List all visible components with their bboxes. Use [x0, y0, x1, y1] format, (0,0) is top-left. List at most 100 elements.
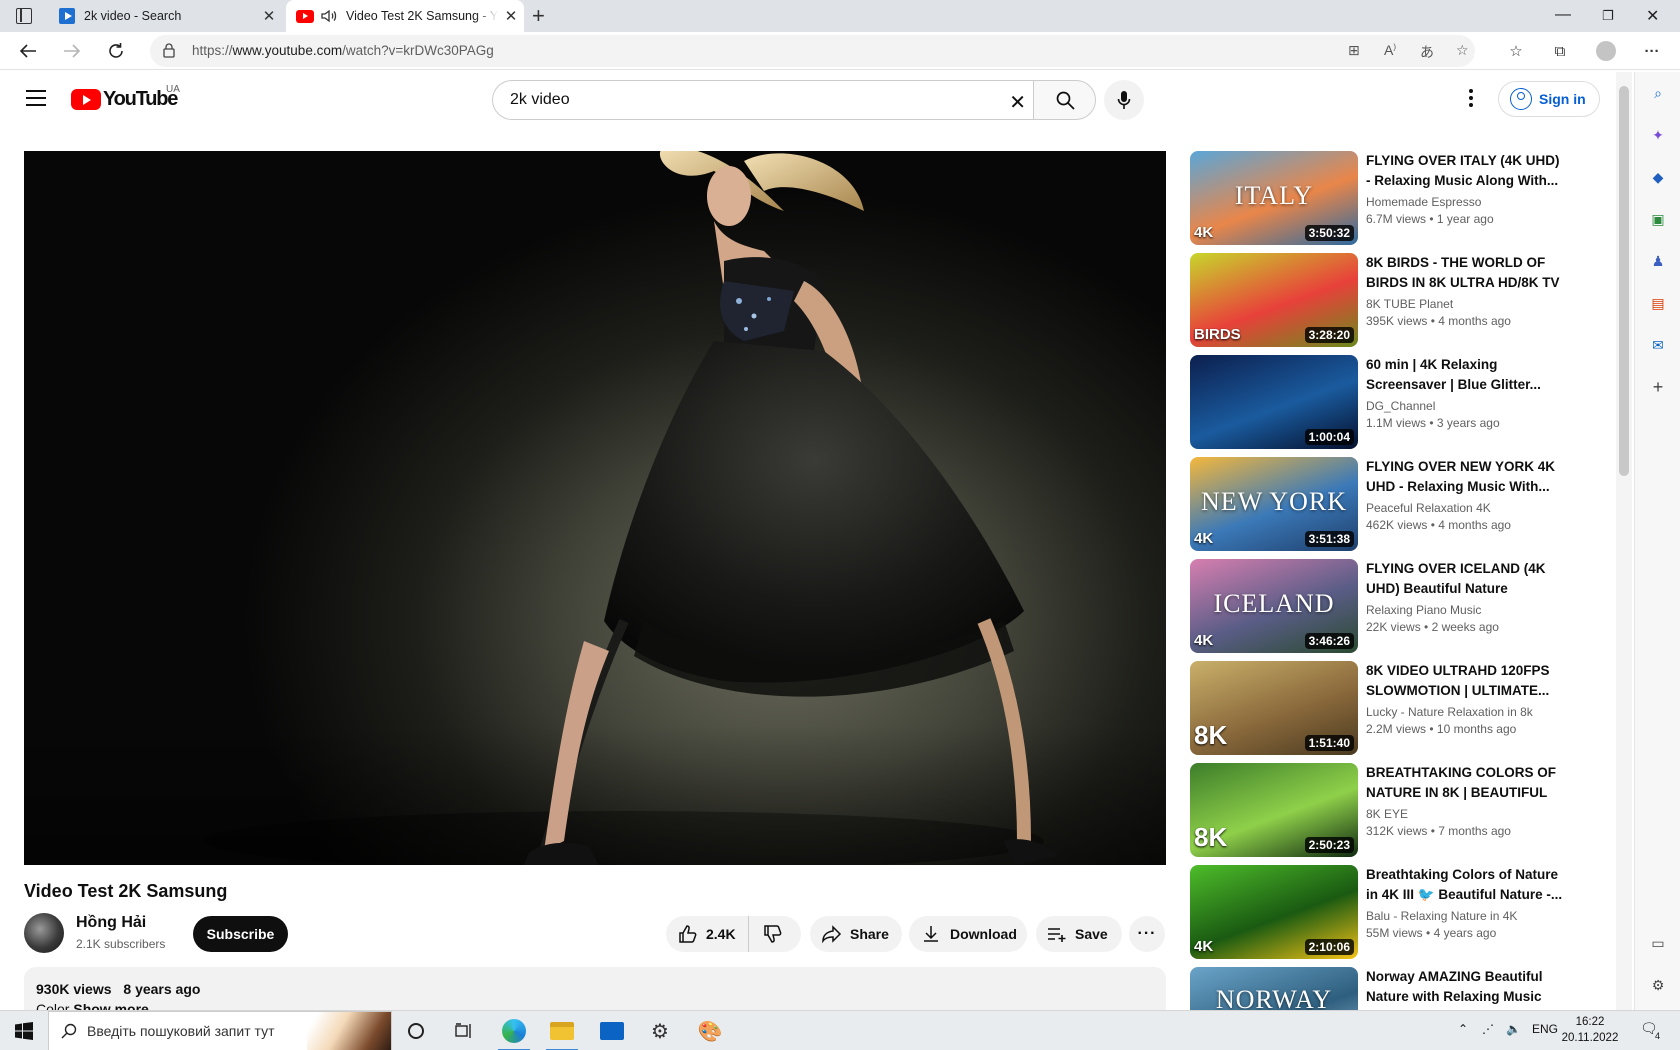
task-view-icon[interactable] — [440, 1011, 488, 1050]
tab-search[interactable]: 2k video - Search ✕ — [48, 0, 282, 32]
related-video-thumbnail[interactable]: BIRDS 3:28:20 — [1190, 253, 1358, 347]
related-video-thumbnail[interactable]: ITALY 4K 3:50:32 — [1190, 151, 1358, 245]
taskbar-search-input[interactable]: Введіть пошуковий запит тут — [48, 1011, 392, 1050]
related-video-channel[interactable]: Relaxing Piano Music — [1366, 603, 1566, 617]
add-sidebar-icon[interactable]: + — [1649, 377, 1667, 397]
save-button[interactable]: Save — [1036, 916, 1122, 952]
related-video-channel[interactable]: Balu - Relaxing Nature in 4K — [1366, 909, 1566, 923]
related-video-channel[interactable]: Homemade Espresso — [1366, 195, 1566, 209]
related-video-thumbnail[interactable]: NEW YORK 4K 3:51:38 — [1190, 457, 1358, 551]
outlook-icon[interactable]: ✉ — [1649, 336, 1667, 354]
like-button[interactable]: 2.4K — [666, 916, 749, 952]
download-button[interactable]: Download — [909, 916, 1027, 952]
profile-icon[interactable] — [1596, 41, 1616, 61]
tab-actions-icon[interactable] — [16, 8, 32, 24]
settings-kebab-icon[interactable] — [1464, 86, 1478, 110]
sidebar-settings-icon[interactable]: ⚙ — [1649, 976, 1667, 994]
tools-icon[interactable]: ▣ — [1649, 210, 1667, 228]
windows-start-icon[interactable] — [0, 1011, 48, 1050]
related-video-thumbnail[interactable]: ICELAND 4K 3:46:26 — [1190, 559, 1358, 653]
related-video-title[interactable]: 60 min | 4K Relaxing Screensaver | Blue … — [1366, 355, 1566, 395]
related-video-item[interactable]: ICELAND 4K 3:46:26 FLYING OVER ICELAND (4K … — [1190, 559, 1570, 653]
related-video-title[interactable]: BREATHTAKING COLORS OF NATURE IN 8K | BE… — [1366, 763, 1566, 803]
forward-icon[interactable] — [60, 39, 84, 63]
search-button[interactable] — [1033, 80, 1096, 120]
tab-close-icon[interactable]: ✕ — [256, 7, 282, 25]
read-aloud-icon[interactable]: A) — [1384, 42, 1396, 58]
volume-icon[interactable]: 🔈 — [1506, 1022, 1521, 1036]
dislike-button[interactable] — [749, 916, 797, 952]
voice-search-button[interactable] — [1104, 80, 1144, 120]
taskbar-edge-icon[interactable] — [490, 1011, 538, 1050]
favorites-icon[interactable]: ☆ — [1506, 41, 1526, 61]
collections-icon[interactable]: ⧉ — [1550, 41, 1570, 61]
refresh-icon[interactable] — [104, 39, 128, 63]
channel-name[interactable]: Hồng Hải — [76, 914, 146, 932]
related-video-item[interactable]: 8K 2:50:23 BREATHTAKING COLORS OF NATURE I… — [1190, 763, 1570, 857]
share-button[interactable]: Share — [810, 916, 902, 952]
office-icon[interactable]: ▤ — [1649, 294, 1667, 312]
related-video-title[interactable]: Norway AMAZING Beautiful Nature with Rel… — [1366, 967, 1566, 1007]
tray-chevron-icon[interactable]: ⌃ — [1458, 1022, 1468, 1036]
related-video-item[interactable]: 1:00:04 60 min | 4K Relaxing Screensaver … — [1190, 355, 1570, 449]
channel-avatar[interactable] — [24, 913, 64, 953]
tab-youtube[interactable]: Video Test 2K Samsung - YouTube ✕ — [286, 0, 524, 32]
sidebar-layout-icon[interactable]: ▭ — [1649, 934, 1667, 952]
related-video-title[interactable]: FLYING OVER ITALY (4K UHD) - Relaxing Mu… — [1366, 151, 1566, 191]
add-favorite-icon[interactable]: ☆ — [1456, 42, 1469, 59]
taskbar-mail-icon[interactable] — [588, 1011, 636, 1050]
scrollbar-thumb[interactable] — [1619, 86, 1629, 476]
youtube-logo[interactable]: YouTube — [71, 88, 178, 111]
related-video-channel[interactable]: 8K EYE — [1366, 807, 1566, 821]
related-video-title[interactable]: FLYING OVER NEW YORK 4K UHD - Relaxing M… — [1366, 457, 1566, 497]
address-bar[interactable]: https://www.youtube.com/watch?v=krDWc30P… — [150, 35, 1475, 67]
guide-menu-icon[interactable] — [26, 90, 46, 106]
related-video-item[interactable]: 8K 1:51:40 8K VIDEO ULTRAHD 120FPS SLOWMOT… — [1190, 661, 1570, 755]
minimize-icon[interactable]: — — [1555, 6, 1571, 24]
related-video-item[interactable]: BIRDS 3:28:20 8K BIRDS - THE WORLD OF BIRD… — [1190, 253, 1570, 347]
taskbar-settings-icon[interactable]: ⚙ — [636, 1011, 684, 1050]
network-icon[interactable]: ⋰ — [1482, 1022, 1494, 1036]
related-video-thumbnail[interactable]: 4K 2:10:06 — [1190, 865, 1358, 959]
taskbar-explorer-icon[interactable] — [538, 1011, 586, 1050]
related-video-title[interactable]: 8K VIDEO ULTRAHD 120FPS SLOWMOTION | ULT… — [1366, 661, 1566, 701]
settings-more-icon[interactable]: ··· — [1642, 41, 1662, 61]
shopping-icon[interactable]: ◆ — [1649, 168, 1667, 186]
related-video-thumbnail[interactable]: 8K 2:50:23 — [1190, 763, 1358, 857]
related-video-item[interactable]: NEW YORK 4K 3:51:38 FLYING OVER NEW YORK 4K… — [1190, 457, 1570, 551]
related-video-channel[interactable]: Lucky - Nature Relaxation in 8k — [1366, 705, 1566, 719]
cortana-icon[interactable] — [392, 1011, 440, 1050]
more-actions-icon[interactable]: ··· — [1129, 916, 1165, 952]
related-video-channel[interactable]: DG_Channel — [1366, 399, 1566, 413]
edge-search-icon[interactable]: ⌕ — [1649, 84, 1667, 102]
lock-icon[interactable] — [163, 43, 175, 63]
language-indicator[interactable]: ENG — [1532, 1022, 1558, 1036]
sign-in-button[interactable]: Sign in — [1498, 81, 1600, 117]
related-video-channel[interactable]: 8K TUBE Planet — [1366, 297, 1566, 311]
games-icon[interactable]: ♟ — [1649, 252, 1667, 270]
copilot-icon[interactable]: ✦ — [1649, 126, 1667, 144]
speaker-icon[interactable] — [321, 9, 337, 23]
app-available-icon[interactable]: ⊞ — [1348, 42, 1360, 59]
related-video-thumbnail[interactable]: 8K 1:51:40 — [1190, 661, 1358, 755]
related-video-channel[interactable]: Peaceful Relaxation 4K — [1366, 501, 1566, 515]
restore-icon[interactable]: ❐ — [1602, 8, 1614, 24]
video-player[interactable] — [24, 151, 1166, 865]
subscribe-button[interactable]: Subscribe — [193, 916, 288, 952]
clear-search-icon[interactable]: ✕ — [1009, 90, 1026, 115]
tab-close-icon[interactable]: ✕ — [498, 7, 524, 25]
related-video-title[interactable]: 8K BIRDS - THE WORLD OF BIRDS IN 8K ULTR… — [1366, 253, 1566, 293]
related-video-item[interactable]: ITALY 4K 3:50:32 FLYING OVER ITALY (4K UHD)… — [1190, 151, 1570, 245]
search-input[interactable]: 2k video ✕ — [492, 80, 1034, 120]
clock[interactable]: 16:22 20.11.2022 — [1560, 1014, 1620, 1046]
taskbar-paint-icon[interactable]: 🎨 — [686, 1011, 734, 1050]
translate-icon[interactable]: あ — [1420, 42, 1434, 62]
related-video-title[interactable]: Breathtaking Colors of Nature in 4K III … — [1366, 865, 1566, 905]
window-close-icon[interactable]: ✕ — [1646, 6, 1659, 26]
related-video-thumbnail[interactable]: 1:00:04 — [1190, 355, 1358, 449]
page-scrollbar[interactable] — [1616, 72, 1632, 1010]
related-video-title[interactable]: FLYING OVER ICELAND (4K UHD) Beautiful N… — [1366, 559, 1566, 599]
back-icon[interactable] — [16, 39, 40, 63]
new-tab-icon[interactable]: + — [532, 3, 545, 29]
related-video-item[interactable]: 4K 2:10:06 Breathtaking Colors of Nature i… — [1190, 865, 1570, 959]
